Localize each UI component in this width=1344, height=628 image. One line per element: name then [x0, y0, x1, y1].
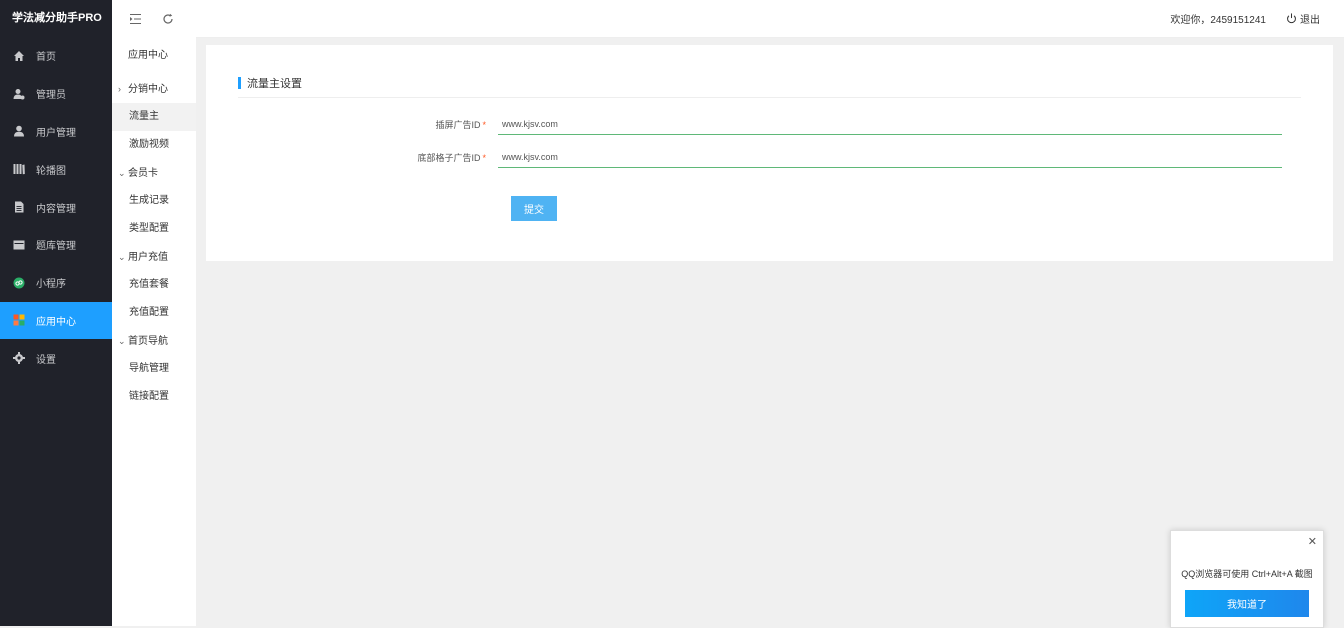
- subnav-item-traffic-master[interactable]: 流量主: [112, 103, 196, 131]
- subnav-group-distribution[interactable]: ›分销中心: [112, 75, 196, 103]
- user-icon: [12, 124, 26, 138]
- power-icon: [1286, 13, 1297, 24]
- subnav-item-link-config[interactable]: 链接配置: [112, 383, 196, 411]
- title-accent-bar: [238, 77, 241, 89]
- sidebar-item-label: 应用中心: [36, 313, 76, 328]
- miniprogram-icon: [12, 276, 26, 290]
- form-row-interstitial: 插屏广告ID*: [206, 113, 1333, 135]
- sidebar-item-admin[interactable]: 管理员: [0, 75, 112, 113]
- sidebar-item-label: 内容管理: [36, 200, 76, 215]
- subnav-group-label: 用户充值: [128, 252, 168, 263]
- field-label-text: 插屏广告ID: [435, 120, 480, 130]
- browser-tip-popup: ✕ QQ浏览器可使用 Ctrl+Alt+A 截图 我知道了: [1170, 530, 1324, 628]
- sidebar-item-users[interactable]: 用户管理: [0, 113, 112, 151]
- subnav-group-label: 会员卡: [128, 168, 158, 179]
- close-icon[interactable]: ✕: [1308, 535, 1317, 548]
- subnav-item-nav-management[interactable]: 导航管理: [112, 355, 196, 383]
- form-row-bottom-grid: 底部格子广告ID*: [206, 146, 1333, 168]
- app-center-icon: [12, 313, 26, 327]
- submit-button[interactable]: 提交: [511, 196, 557, 221]
- subnav-item-reward-video[interactable]: 激励视频: [112, 131, 196, 159]
- sidebar-item-question-bank[interactable]: 题库管理: [0, 226, 112, 264]
- refresh-icon[interactable]: [160, 11, 176, 27]
- carousel-icon: [12, 162, 26, 176]
- sidebar-item-label: 用户管理: [36, 124, 76, 139]
- settings-card: 流量主设置 插屏广告ID* 底部格子广告ID* 提交: [206, 45, 1333, 261]
- home-icon: [12, 49, 26, 63]
- document-icon: [12, 200, 26, 214]
- subnav-item-recharge-packages[interactable]: 充值套餐: [112, 271, 196, 299]
- required-mark: *: [482, 153, 486, 163]
- field-label: 底部格子广告ID*: [206, 151, 498, 164]
- subnav-item-generate-records[interactable]: 生成记录: [112, 187, 196, 215]
- sidebar-item-home[interactable]: 首页: [0, 37, 112, 75]
- chevron-right-icon: ›: [118, 75, 128, 103]
- sidebar-item-settings[interactable]: 设置: [0, 339, 112, 377]
- chevron-down-icon: ⌄: [118, 243, 128, 271]
- sidebar-item-label: 题库管理: [36, 237, 76, 252]
- welcome-text: 欢迎你，2459151241: [1170, 11, 1266, 26]
- field-label: 插屏广告ID*: [206, 118, 498, 131]
- sidebar-item-miniprogram[interactable]: 小程序: [0, 264, 112, 302]
- sidebar-item-label: 管理员: [36, 86, 66, 101]
- field-label-text: 底部格子广告ID: [417, 153, 480, 163]
- subnav-group-label: 分销中心: [128, 84, 168, 95]
- logout-button[interactable]: 退出: [1286, 11, 1320, 26]
- subnav-item-type-config[interactable]: 类型配置: [112, 215, 196, 243]
- card-title: 流量主设置: [247, 75, 302, 91]
- subnav-title: 应用中心: [112, 37, 196, 75]
- sidebar-item-label: 首页: [36, 48, 56, 63]
- sidebar-item-label: 设置: [36, 351, 56, 366]
- top-bar: 欢迎你，2459151241 退出: [112, 0, 1344, 38]
- sidebar-item-carousel[interactable]: 轮播图: [0, 150, 112, 188]
- app-brand: 学法减分助手PRO: [0, 0, 112, 37]
- subnav-group-label: 首页导航: [128, 336, 168, 347]
- required-mark: *: [482, 120, 486, 130]
- popup-message: QQ浏览器可使用 Ctrl+Alt+A 截图: [1171, 567, 1323, 580]
- subnav-group-recharge[interactable]: ⌄用户充值: [112, 243, 196, 271]
- popup-ok-button[interactable]: 我知道了: [1185, 590, 1309, 617]
- admin-icon: [12, 87, 26, 101]
- logout-label: 退出: [1300, 11, 1320, 26]
- subnav-item-recharge-config[interactable]: 充值配置: [112, 299, 196, 327]
- top-bar-right: 欢迎你，2459151241 退出: [1170, 11, 1344, 26]
- menu-collapse-icon[interactable]: [128, 11, 144, 27]
- sidebar-item-label: 小程序: [36, 275, 66, 290]
- subnav-group-home-nav[interactable]: ⌄首页导航: [112, 327, 196, 355]
- sidebar-item-app-center[interactable]: 应用中心: [0, 302, 112, 340]
- chevron-down-icon: ⌄: [118, 327, 128, 355]
- subnav-group-membership[interactable]: ⌄会员卡: [112, 159, 196, 187]
- card-header: 流量主设置: [238, 69, 1301, 98]
- secondary-nav: 应用中心 ›分销中心 流量主 激励视频 ⌄会员卡 生成记录 类型配置 ⌄用户充值…: [112, 37, 196, 626]
- gear-icon: [12, 351, 26, 365]
- chevron-down-icon: ⌄: [118, 159, 128, 187]
- sidebar: 学法减分助手PRO 首页 管理员 用户管理 轮播图 内容管理 题库管理: [0, 0, 112, 626]
- sidebar-item-label: 轮播图: [36, 162, 66, 177]
- interstitial-ad-id-input[interactable]: [498, 113, 1282, 135]
- sidebar-item-content[interactable]: 内容管理: [0, 188, 112, 226]
- bottom-grid-ad-id-input[interactable]: [498, 146, 1282, 168]
- question-bank-icon: [12, 238, 26, 252]
